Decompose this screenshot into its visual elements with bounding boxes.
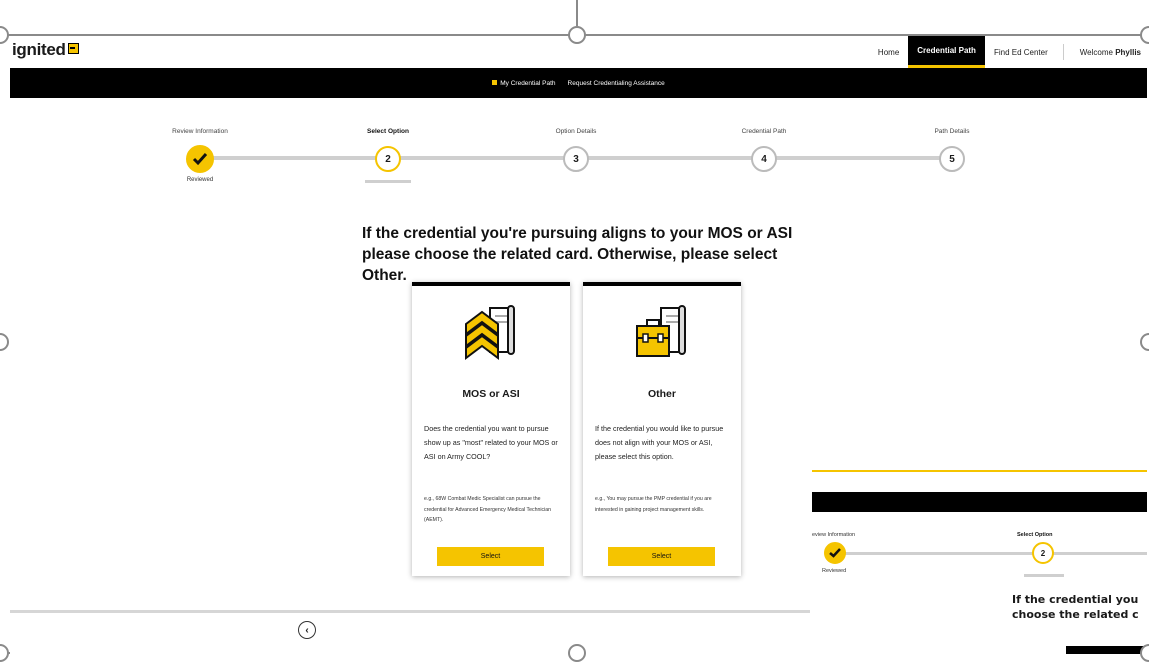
overlay-step1-label: eview Information (812, 532, 856, 538)
overlay-step-number: 2 (1032, 542, 1054, 564)
current-step-underline (365, 180, 411, 183)
overlay-question-line2: choose the related c (1012, 608, 1139, 621)
briefcase-icon (631, 304, 691, 360)
checkmark-icon (192, 153, 208, 166)
resize-handle-bottom-center[interactable] (568, 644, 586, 662)
overlay-stepper-track (832, 552, 1147, 555)
overlay-step2-label: Select Option (1017, 532, 1053, 538)
card-mos-or-asi[interactable]: MOS or ASI Does the credential you want … (412, 282, 570, 576)
nav-find-ed-center[interactable]: Find Ed Center (985, 36, 1057, 68)
step-label: Select Option (367, 128, 409, 135)
resize-handle-middle-left[interactable] (0, 333, 9, 351)
card-description: If the credential you would like to purs… (595, 424, 724, 461)
step-label: Option Details (555, 128, 597, 135)
overlay-card-top (1066, 646, 1147, 654)
welcome-label: Welcome (1079, 47, 1113, 57)
nav-credential-path[interactable]: Credential Path (908, 36, 985, 68)
overlay-current-underline (1024, 574, 1064, 577)
page-question: If the credential you're pursuing aligns… (362, 225, 793, 284)
logo[interactable]: ignited (12, 40, 79, 60)
resize-handle-bottom-right[interactable] (1140, 644, 1149, 662)
card-example: e.g., 68W Combat Medic Specialist can pu… (424, 496, 552, 523)
subnav-my-credential-path[interactable]: My Credential Path (492, 79, 556, 87)
step-status: Reviewed (186, 177, 214, 183)
checkmark-icon (829, 548, 841, 558)
sub-nav: My Credential Path Request Credentialing… (10, 68, 1147, 98)
select-mos-button[interactable]: Select (437, 547, 544, 566)
logo-mark-icon (67, 43, 79, 54)
step-number-circle: 5 (939, 146, 965, 172)
step-select-option: Select Option 2 (348, 128, 428, 183)
overlay-step1-status: Reviewed (822, 568, 847, 574)
card-title: MOS or ASI (462, 388, 520, 400)
logo-text: ignited (12, 40, 66, 59)
footer-divider (10, 610, 810, 613)
nav-divider (1062, 44, 1064, 60)
step-credential-path: Credential Path 4 (724, 128, 804, 172)
app-window: ignited Home Credential Path Find Ed Cen… (10, 36, 1147, 654)
screenshot-preview-overlay: eview Information Select Option Reviewed… (812, 470, 1147, 654)
progress-stepper: Review Information Reviewed Select Optio… (10, 98, 1147, 208)
nav-home[interactable]: Home (869, 36, 908, 68)
step-label: Credential Path (741, 128, 787, 135)
overlay-accent-line (812, 470, 1147, 472)
step-label: Path Details (934, 128, 970, 135)
resize-handle-bottom-left[interactable] (0, 644, 9, 662)
main-nav: Home Credential Path Find Ed Center Welc… (869, 36, 1147, 68)
subnav-request-assistance[interactable]: Request Credentialing Assistance (568, 80, 665, 87)
resize-handle-top-center[interactable] (568, 26, 586, 44)
overlay-step-complete (824, 542, 846, 564)
step-path-details: Path Details 5 (912, 128, 992, 172)
step-number-circle: 4 (751, 146, 777, 172)
step-review-information: Review Information Reviewed (160, 128, 240, 183)
step-option-details: Option Details 3 (536, 128, 616, 172)
back-button[interactable]: ‹ (298, 621, 316, 639)
overlay-subnav-bar (812, 492, 1147, 512)
card-title: Other (647, 388, 676, 400)
frame-top-connector (576, 0, 578, 26)
step-label: Review Information (172, 128, 228, 135)
select-other-button[interactable]: Select (608, 547, 715, 566)
step-number-circle: 2 (375, 146, 401, 172)
subnav-label: My Credential Path (500, 79, 556, 87)
step-complete-circle (186, 145, 214, 173)
user-name: Phyllis (1115, 47, 1141, 57)
card-other[interactable]: Other If the credential you would like t… (583, 282, 741, 576)
active-marker-icon (492, 79, 498, 85)
user-menu[interactable]: Welcome Phyllis (1070, 48, 1147, 57)
resize-handle-top-left[interactable] (0, 26, 9, 44)
chevron-rank-icon (460, 304, 520, 360)
overlay-question: If the credential you choose the related… (1012, 592, 1147, 622)
card-description: Does the credential you want to pursue s… (424, 424, 558, 461)
step-number-circle: 3 (563, 146, 589, 172)
overlay-question-line1: If the credential you (1012, 593, 1139, 606)
card-example: e.g., You may pursue the PMP credential … (595, 496, 712, 513)
